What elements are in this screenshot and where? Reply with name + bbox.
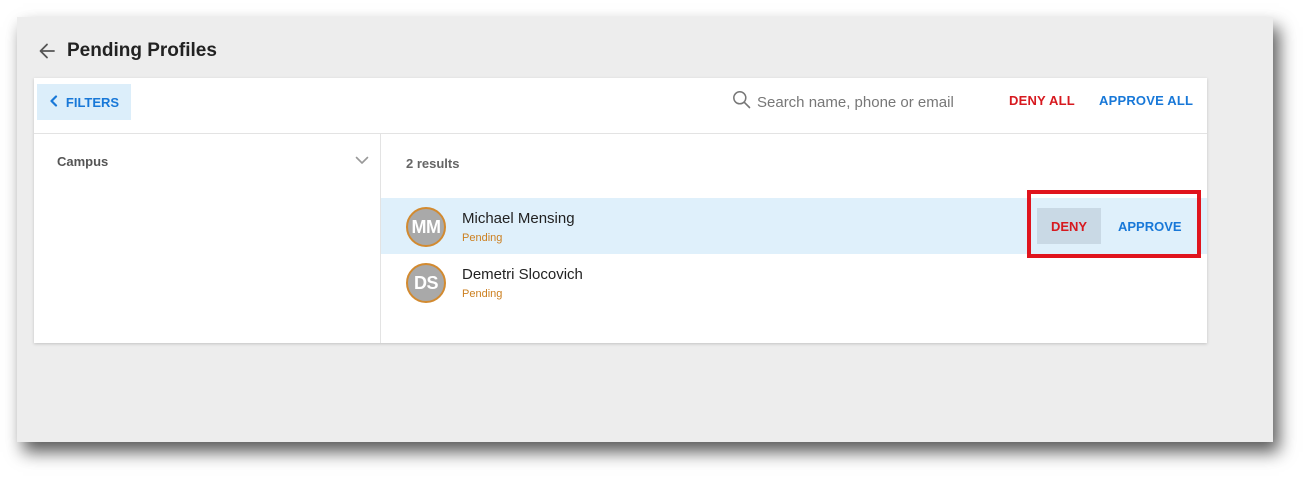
results-panel: 2 results MM Michael Mensing Pending DEN… — [381, 134, 1207, 343]
profile-name: Michael Mensing — [462, 210, 575, 227]
search-input[interactable] — [755, 92, 972, 112]
campus-filter-label: Campus — [57, 153, 109, 169]
result-count: 2 results — [406, 156, 460, 171]
profile-status: Pending — [462, 288, 503, 300]
chevron-left-icon — [49, 94, 58, 110]
avatar: MM — [406, 207, 446, 247]
campus-filter[interactable]: Campus — [57, 151, 369, 171]
deny-all-button[interactable]: DENY ALL — [1009, 93, 1075, 108]
app-window: Pending Profiles FILTERS Search name, ph… — [17, 17, 1273, 442]
highlight-box — [1027, 190, 1201, 258]
chevron-down-icon — [355, 152, 369, 170]
toolbar: FILTERS DENY ALL APPROVE ALL — [34, 78, 1207, 134]
profile-status: Pending — [462, 232, 503, 244]
approve-all-button[interactable]: APPROVE ALL — [1099, 93, 1193, 108]
page-title: Pending Profiles — [67, 40, 217, 61]
search-box[interactable] — [732, 90, 972, 114]
arrow-left-icon[interactable] — [37, 40, 59, 62]
page-header: Pending Profiles — [37, 39, 217, 63]
profile-name: Demetri Slocovich — [462, 266, 583, 283]
avatar: DS — [406, 263, 446, 303]
search-icon — [732, 90, 751, 114]
filters-button[interactable]: FILTERS — [37, 84, 131, 120]
profiles-card: FILTERS DENY ALL APPROVE ALL Campus — [34, 78, 1207, 343]
filter-sidebar: Campus — [34, 134, 381, 343]
profile-row[interactable]: DS Demetri Slocovich Pending — [381, 254, 1207, 310]
filters-label: FILTERS — [65, 94, 120, 110]
